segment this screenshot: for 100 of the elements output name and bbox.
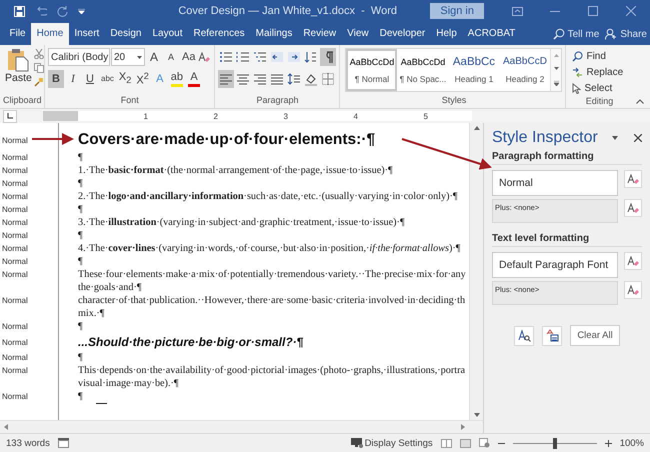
zoom-percentage[interactable]: 100% xyxy=(620,438,644,448)
font-size-field[interactable]: 20 xyxy=(111,48,145,66)
sign-in-button[interactable]: Sign in xyxy=(430,3,484,19)
undo-icon[interactable] xyxy=(35,6,47,16)
scroll-right-icon[interactable] xyxy=(461,424,465,430)
ribbon-tab[interactable]: Review xyxy=(298,23,342,45)
font-format-button[interactable]: A xyxy=(163,48,179,66)
style-area-label: Normal xyxy=(2,392,28,401)
new-style-button[interactable] xyxy=(542,326,562,346)
minimize-icon[interactable] xyxy=(550,10,560,12)
editing-find-button[interactable]: Find xyxy=(569,48,626,64)
paragraph-text: ¶ xyxy=(78,391,83,402)
clear-all-button[interactable]: Clear All xyxy=(570,325,620,346)
font-format-button[interactable]: B xyxy=(48,70,64,88)
font-name-field[interactable]: Calibri (Body xyxy=(48,48,110,66)
editing-replace-button[interactable]: Replace xyxy=(569,64,626,80)
scissors-icon[interactable] xyxy=(34,49,44,59)
ruler-number: 4 xyxy=(352,112,358,120)
horizontal-ruler[interactable]: 1 2 3 4 5 xyxy=(43,111,472,121)
clear-formatting-icon xyxy=(626,254,640,268)
ribbon-tab[interactable]: Mailings xyxy=(250,23,298,45)
pane-title: Style Inspector xyxy=(492,129,599,147)
more-styles-icon[interactable] xyxy=(554,80,559,86)
ribbon-tab[interactable]: Help xyxy=(430,23,462,45)
ribbon-tab[interactable]: ACROBAT xyxy=(462,23,521,45)
ribbon-tab[interactable]: Insert xyxy=(68,23,105,45)
display-settings-button[interactable]: Display Settings xyxy=(350,438,433,448)
vertical-scrollbar[interactable] xyxy=(469,123,483,420)
font-format-button[interactable]: A xyxy=(186,70,202,88)
read-mode-icon[interactable] xyxy=(440,438,452,448)
style-area-label: Normal xyxy=(2,136,28,144)
monitor-icon xyxy=(350,438,363,448)
section-heading: Text level formatting xyxy=(492,233,642,247)
save-icon[interactable] xyxy=(14,6,25,16)
word-count[interactable]: 133 words xyxy=(6,438,50,448)
bullets-icon xyxy=(219,50,234,64)
clipboard-icon xyxy=(7,48,30,72)
proofing-icon[interactable] xyxy=(58,438,69,448)
tab-selector-button[interactable] xyxy=(3,110,17,122)
outdent-icon xyxy=(270,50,284,64)
style-area-label: Normal xyxy=(2,179,28,188)
ribbon-tab[interactable]: Layout xyxy=(146,23,188,45)
font-format-button[interactable]: Aa xyxy=(180,48,198,66)
caret-icon[interactable] xyxy=(612,136,618,140)
style-area-label: Normal xyxy=(2,218,28,227)
copy-icon[interactable] xyxy=(34,63,44,73)
ribbon-display-icon[interactable] xyxy=(512,6,522,16)
spacing-icon xyxy=(287,72,302,86)
collapse-ribbon-icon[interactable] xyxy=(636,99,644,104)
paragraph-text: character·of·that·publication.··However,·there·are·some·basic·criteria·involved·in·deciding·th xyxy=(78,295,466,306)
font-format-button[interactable]: ab xyxy=(168,70,186,88)
scroll-up-icon[interactable] xyxy=(474,126,480,130)
ribbon-tab[interactable]: View xyxy=(342,23,374,45)
group-label: Paragraph xyxy=(255,95,300,107)
font-format-button[interactable]: A xyxy=(146,48,162,66)
paragraph-left-button[interactable] xyxy=(218,70,234,88)
share-button[interactable]: Share xyxy=(602,23,650,45)
section-heading: Paragraph formatting xyxy=(492,151,642,165)
group-label: Font xyxy=(120,95,140,107)
maximize-icon[interactable] xyxy=(588,6,598,16)
ribbon-tab[interactable]: File xyxy=(4,23,32,45)
reveal-formatting-button[interactable] xyxy=(514,326,534,346)
replace-icon xyxy=(572,66,584,78)
scroll-down-icon[interactable] xyxy=(554,67,559,70)
reset-style-button[interactable] xyxy=(624,170,642,188)
editing-select-button[interactable]: Select xyxy=(569,80,626,96)
reset-style-button[interactable] xyxy=(624,252,642,270)
horizontal-scrollbar[interactable] xyxy=(0,420,483,433)
clear-formatting-button[interactable] xyxy=(624,281,642,299)
shading-icon xyxy=(304,72,318,86)
font-format-button[interactable]: abc xyxy=(99,70,116,88)
magnifier-letter-icon xyxy=(518,329,531,342)
redo-icon[interactable] xyxy=(57,6,68,16)
ribbon-tab[interactable]: Home xyxy=(31,23,69,45)
ruler-number: 5 xyxy=(422,112,428,120)
paste-button[interactable]: Paste xyxy=(3,48,34,95)
ribbon-tab[interactable]: Developer xyxy=(374,23,431,45)
clear-formatting-button[interactable] xyxy=(624,199,642,217)
tell-me-button[interactable]: Tell me xyxy=(550,23,602,45)
font-format-button[interactable]: X$_{2}$ xyxy=(116,70,134,88)
scroll-left-icon[interactable] xyxy=(4,424,8,430)
font-format-button[interactable]: U xyxy=(82,70,98,88)
zoom-slider-thumb[interactable] xyxy=(552,438,557,448)
paragraph-marks-button[interactable] xyxy=(320,48,336,66)
ribbon-tab[interactable]: References xyxy=(188,23,250,45)
right-icon xyxy=(253,72,268,86)
clear-formatting-icon xyxy=(626,284,640,296)
ribbon-tab[interactable]: Design xyxy=(104,23,147,45)
scroll-down-icon[interactable] xyxy=(474,413,480,417)
zoom-in-icon[interactable] xyxy=(604,440,612,446)
format-painter-icon[interactable] xyxy=(34,77,44,87)
person-icon xyxy=(605,28,618,40)
style-area-label: Normal xyxy=(2,153,28,162)
caret-icon[interactable] xyxy=(78,8,85,14)
close-icon[interactable] xyxy=(634,134,642,142)
font-format-button[interactable]: I xyxy=(65,70,81,88)
style-item[interactable]: AaBbCcDd ¶ Normal xyxy=(346,49,398,91)
left-icon xyxy=(219,72,234,86)
font-format-button[interactable]: X$^{2}$ xyxy=(134,70,151,88)
paragraph-text: ¶ xyxy=(78,178,83,189)
